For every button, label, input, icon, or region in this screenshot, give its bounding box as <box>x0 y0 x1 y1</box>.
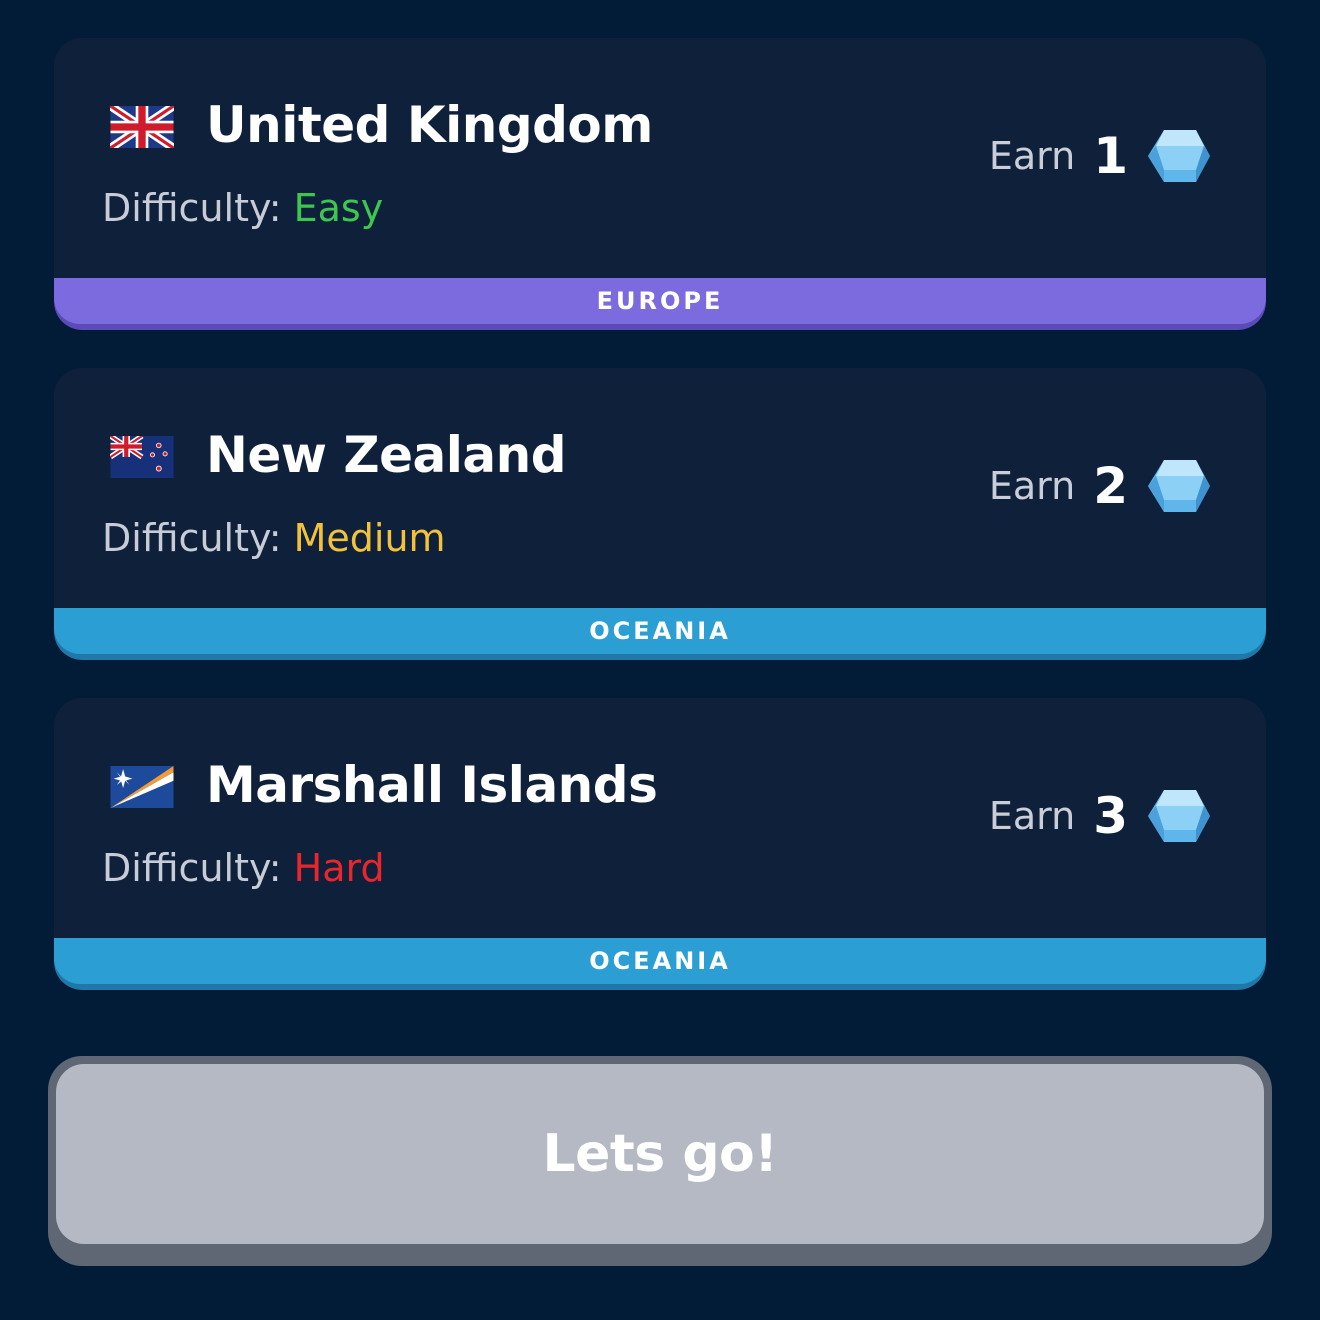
difficulty-value: Hard <box>293 846 385 890</box>
difficulty-text: Difficulty: Hard <box>102 846 385 890</box>
earn-label: Earn <box>988 464 1076 508</box>
challenge-card-marshall-islands[interactable]: Marshall Islands Difficulty: Hard Earn 3… <box>54 698 1266 990</box>
difficulty-value: Medium <box>293 516 446 560</box>
uk-flag-icon <box>110 106 174 148</box>
country-name: United Kingdom <box>206 96 653 154</box>
earn-amount: 3 <box>1093 787 1128 845</box>
country-name: New Zealand <box>206 426 567 484</box>
difficulty-value: Easy <box>293 186 384 230</box>
region-label: EUROPE <box>596 287 724 315</box>
difficulty-label: Difficulty: <box>102 516 282 560</box>
earn-label: Earn <box>988 134 1076 178</box>
difficulty-label: Difficulty: <box>102 186 282 230</box>
earn-label: Earn <box>988 794 1076 838</box>
lets-go-label: Lets go! <box>542 1124 778 1184</box>
region-label: OCEANIA <box>589 617 731 645</box>
challenge-card-united-kingdom[interactable]: United Kingdom Difficulty: Easy Earn 1 E… <box>54 38 1266 330</box>
region-bar: OCEANIA <box>54 608 1266 654</box>
lets-go-button[interactable]: Lets go! <box>56 1064 1264 1244</box>
difficulty-text: Difficulty: Easy <box>102 186 383 230</box>
difficulty-label: Difficulty: <box>102 846 282 890</box>
nz-flag-icon <box>110 436 174 478</box>
gem-icon <box>1148 460 1210 512</box>
reward: Earn 1 <box>989 126 1212 186</box>
earn-amount: 1 <box>1093 127 1128 185</box>
earn-amount: 2 <box>1093 457 1128 515</box>
reward: Earn 2 <box>989 456 1212 516</box>
region-bar: EUROPE <box>54 278 1266 324</box>
difficulty-text: Difficulty: Medium <box>102 516 446 560</box>
reward: Earn 3 <box>989 786 1212 846</box>
gem-icon <box>1148 130 1210 182</box>
challenge-select-screen: United Kingdom Difficulty: Easy Earn 1 E… <box>0 0 1320 1320</box>
country-name: Marshall Islands <box>206 756 658 814</box>
gem-icon <box>1148 790 1210 842</box>
region-label: OCEANIA <box>589 947 731 975</box>
challenge-card-new-zealand[interactable]: New Zealand Difficulty: Medium Earn 2 OC… <box>54 368 1266 660</box>
marshall-islands-flag-icon <box>110 766 174 808</box>
region-bar: OCEANIA <box>54 938 1266 984</box>
start-button-frame: Lets go! <box>48 1056 1272 1266</box>
